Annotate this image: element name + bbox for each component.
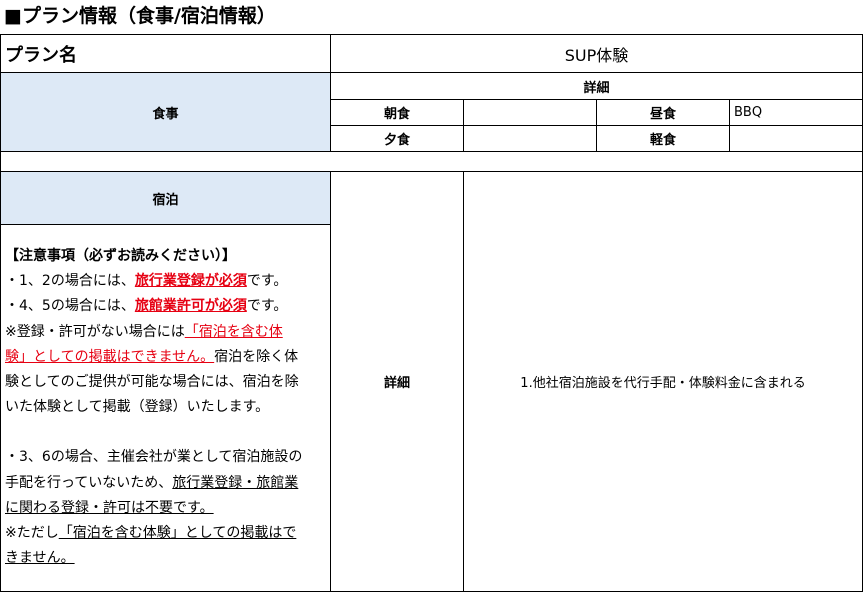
spacer-row [0, 151, 863, 172]
notes-gap [5, 420, 330, 445]
notes-line-7: ・3、6の場合、主催会社が業として宿泊施設の [5, 445, 330, 470]
snack-label-cell: 軽食 [596, 125, 730, 152]
lunch-label-cell: 昼食 [596, 99, 730, 126]
lunch-value: BBQ [734, 105, 763, 120]
notes-line-3-b: 「宿泊を含む体 [184, 323, 283, 340]
notes-line-1-c: です。 [246, 273, 288, 290]
plan-name-value-cell: SUP体験 [330, 34, 863, 73]
plan-name-value: SUP体験 [564, 45, 629, 65]
notes-heading: 【注意事項（必ずお読みください）】 [5, 244, 330, 269]
notes-line-1: ・1、2の場合には、旅行業登録が必須です。 [5, 269, 330, 294]
notes-line-10: ※ただし「宿泊を含む体験」としての掲載はで [5, 521, 330, 546]
stay-detail-label: 詳細 [383, 376, 410, 391]
plan-name-label-cell: プラン名 [0, 34, 331, 73]
breakfast-value-cell [463, 99, 597, 126]
notes-line-1-a: ・1、2の場合には、 [5, 273, 135, 290]
dinner-label-cell: 夕食 [330, 125, 464, 152]
notes-line-11: きません。 [5, 546, 330, 571]
notes-line-9-a: に関わる登録・許可は [5, 499, 145, 516]
lunch-label: 昼食 [649, 107, 676, 122]
snack-value-cell [729, 125, 863, 152]
dinner-label: 夕食 [383, 133, 410, 148]
stay-label-cell: 宿泊 [0, 171, 331, 225]
stay-notes-cell: 【注意事項（必ずお読みください）】 ・1、2の場合には、旅行業登録が必須です。 … [0, 224, 331, 592]
breakfast-label: 朝食 [383, 107, 410, 122]
notes-line-1-b: 旅行業登録が必須 [134, 273, 247, 290]
notes-line-10-b: 「宿泊を含む体験」としての掲載はで [58, 524, 297, 541]
notes-line-4-a: 験」としての掲載はできません。 [5, 348, 215, 365]
stay-detail-value-cell: 1.他社宿泊施設を代行手配・体験料金に含まれる [463, 171, 863, 592]
notes-line-4: 験」としての掲載はできません。宿泊を除く体 [5, 345, 330, 370]
notes-line-4-b: 宿泊を除く体 [214, 348, 299, 365]
notes-heading-text: 【注意事項（必ずお読みください）】 [5, 248, 236, 264]
stay-detail-value: 1.他社宿泊施設を代行手配・体験料金に含まれる [520, 376, 806, 391]
notes-line-5-text: 験としてのご提供が可能な場合には、宿泊を除 [5, 373, 299, 390]
meal-label: 食事 [152, 106, 179, 122]
meal-label-cell: 食事 [0, 72, 331, 152]
notes-line-2: ・4、5の場合には、旅館業許可が必須です。 [5, 294, 330, 319]
page-title: ■プラン情報（食事/宿泊情報） [4, 5, 276, 27]
notes-line-9-b: 不要です。 [145, 499, 214, 516]
plan-name-label: プラン名 [5, 44, 77, 66]
notes-line-11-text: きません。 [5, 550, 75, 567]
meal-detail-header-cell: 詳細 [330, 72, 863, 100]
notes-line-6-text: いた体験として掲載（登録）いたします。 [5, 399, 270, 416]
notes-line-9: に関わる登録・許可は不要です。 [5, 496, 330, 521]
notes-line-8-a: 手配を行っていないため、 [5, 474, 173, 491]
notes-line-3-a: ※登録・許可がない場合には [5, 323, 185, 340]
notes-line-5: 験としてのご提供が可能な場合には、宿泊を除 [5, 370, 330, 395]
notes-line-7-text: ・3、6の場合、主催会社が業として宿泊施設の [5, 449, 303, 466]
notes-line-8-b: 旅行業登録・旅館業 [172, 474, 299, 491]
stay-label: 宿泊 [152, 192, 179, 208]
dinner-value-cell [463, 125, 597, 152]
snack-label: 軽食 [649, 133, 676, 148]
notes-line-10-a: ※ただし [5, 524, 59, 541]
notes-line-3: ※登録・許可がない場合には「宿泊を含む体 [5, 320, 330, 345]
notes-line-2-c: です。 [246, 298, 288, 315]
notes-line-6: いた体験として掲載（登録）いたします。 [5, 395, 330, 420]
meal-detail-header: 詳細 [583, 80, 610, 96]
notes-line-8: 手配を行っていないため、旅行業登録・旅館業 [5, 471, 330, 496]
stay-detail-label-cell: 詳細 [330, 171, 464, 592]
breakfast-label-cell: 朝食 [330, 99, 464, 126]
lunch-value-cell: BBQ [729, 99, 863, 126]
notes-line-2-b: 旅館業許可が必須 [134, 298, 247, 315]
notes-line-2-a: ・4、5の場合には、 [5, 298, 135, 315]
